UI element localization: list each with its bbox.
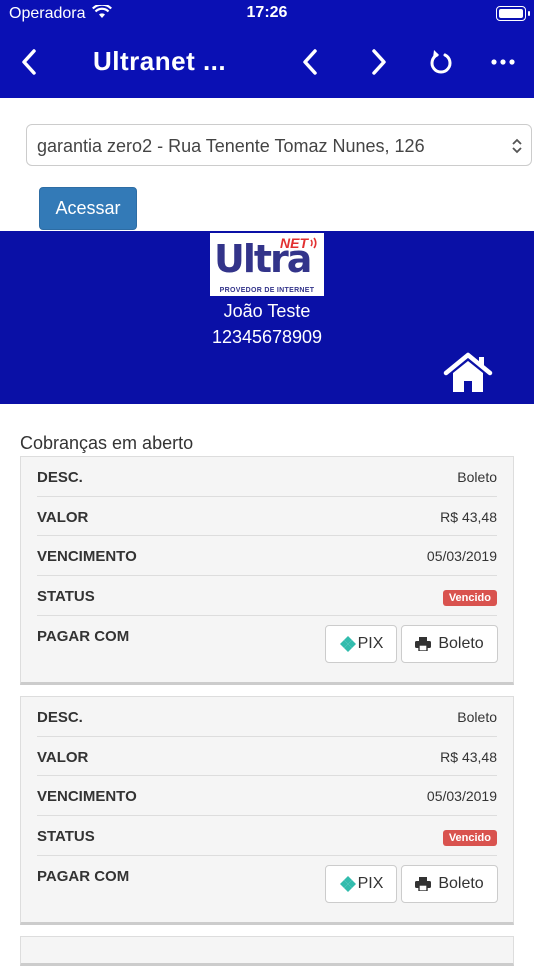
customer-name: João Teste	[223, 301, 311, 321]
charge-row-status: STATUS Vencido	[37, 576, 497, 616]
pix-button[interactable]: PIX	[325, 624, 397, 663]
boleto-button[interactable]: Boleto	[401, 864, 498, 903]
pay-label: PAGAR COM	[37, 867, 130, 885]
pix-button[interactable]: PIX	[325, 864, 397, 903]
charge-row-status: STATUS Vencido	[37, 816, 497, 856]
charge-card	[20, 936, 514, 966]
browser-forward-button[interactable]	[361, 44, 397, 80]
ellipsis-icon	[491, 59, 515, 65]
charge-card: DESC. Boleto VALOR R$ 43,48 VENCIMENTO 0…	[20, 456, 514, 685]
chevron-left-icon	[22, 49, 36, 75]
valor-value: R$ 43,48	[440, 748, 497, 765]
vencimento-label: VENCIMENTO	[37, 788, 137, 806]
pix-button-label: PIX	[357, 874, 384, 892]
vencimento-value: 05/03/2019	[426, 548, 497, 565]
charge-row-desc: DESC. Boleto	[37, 697, 497, 737]
address-select-value: garantia zero2 - Rua Tenente Tomaz Nunes…	[37, 136, 425, 156]
charge-row-valor: VALOR R$ 43,48	[37, 737, 497, 777]
status-label: STATUS	[37, 828, 95, 846]
boleto-button-label: Boleto	[438, 634, 484, 652]
home-button[interactable]	[443, 352, 493, 399]
reload-button[interactable]	[423, 44, 459, 80]
valor-label: VALOR	[37, 748, 89, 766]
charge-row-vencimento: VENCIMENTO 05/03/2019	[37, 776, 497, 817]
signal-icon	[310, 237, 317, 249]
vencimento-label: VENCIMENTO	[37, 548, 137, 566]
charge-row-vencimento: VENCIMENTO 05/03/2019	[37, 536, 497, 577]
back-button[interactable]	[11, 44, 47, 80]
valor-value: R$ 43,48	[440, 508, 497, 525]
pix-icon	[339, 635, 356, 652]
desc-value: Boleto	[457, 469, 497, 485]
desc-label: DESC.	[37, 469, 83, 486]
desc-label: DESC.	[37, 709, 83, 726]
pix-icon	[339, 875, 356, 892]
more-options-button[interactable]	[485, 44, 521, 80]
chevron-right-icon	[372, 49, 386, 75]
customer-document: 12345678909	[211, 327, 323, 347]
reload-icon	[430, 50, 452, 74]
status-bar: Operadora 17:26	[0, 0, 534, 28]
charge-row-pay: PAGAR COM PIX Boleto	[37, 616, 498, 682]
boleto-button[interactable]: Boleto	[401, 624, 498, 663]
select-arrows-icon	[511, 138, 523, 159]
logo-tagline: PROVEDOR DE INTERNET	[219, 287, 315, 294]
battery-icon	[496, 6, 530, 21]
status-label: STATUS	[37, 588, 95, 606]
charge-row-pay: PAGAR COM PIX Boleto	[37, 856, 498, 922]
top-navigation-bar: Operadora 17:26 Ultranet ...	[0, 0, 534, 98]
address-select[interactable]: garantia zero2 - Rua Tenente Tomaz Nunes…	[26, 124, 532, 166]
home-icon	[443, 352, 493, 392]
logo-net: NET	[280, 235, 308, 251]
vencimento-value: 05/03/2019	[426, 788, 497, 805]
clock: 17:26	[246, 4, 288, 21]
printer-icon	[415, 636, 432, 651]
boleto-button-label: Boleto	[438, 874, 484, 892]
status-badge: Vencido	[442, 590, 497, 607]
browser-back-button[interactable]	[292, 44, 328, 80]
desc-value: Boleto	[457, 709, 497, 725]
charge-card: DESC. Boleto VALOR R$ 43,48 VENCIMENTO 0…	[20, 696, 514, 925]
ultranet-logo: Ultra NET PROVEDOR DE INTERNET	[210, 233, 324, 296]
charge-row-desc: DESC. Boleto	[37, 457, 497, 497]
profile-banner: Ultra NET PROVEDOR DE INTERNET João Test…	[0, 231, 534, 404]
valor-label: VALOR	[37, 508, 89, 526]
pay-label: PAGAR COM	[37, 627, 130, 645]
open-charges-title: Cobranças em aberto	[20, 433, 194, 453]
charge-row-valor: VALOR R$ 43,48	[37, 497, 497, 537]
status-badge: Vencido	[442, 830, 497, 847]
printer-icon	[415, 876, 432, 891]
page-title: Ultranet ...	[93, 46, 227, 76]
chevron-left-icon	[303, 49, 317, 75]
pix-button-label: PIX	[357, 634, 384, 652]
access-button[interactable]: Acessar	[39, 187, 137, 230]
